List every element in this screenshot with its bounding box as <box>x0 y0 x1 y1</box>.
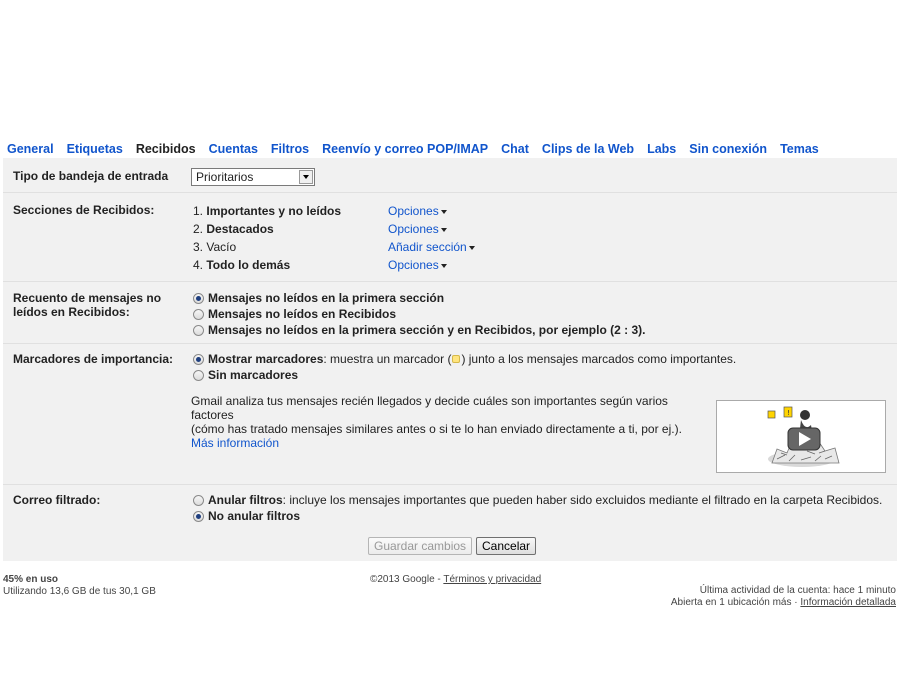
caret-down-icon <box>440 227 447 232</box>
section-name: Vacío <box>206 240 237 254</box>
section-name: Importantes y no leídos <box>206 204 342 218</box>
inbox-sections-row: Secciones de Recibidos: 1. Importantes y… <box>3 193 897 282</box>
unread-count-row: Recuento de mensajes no leídos en Recibi… <box>3 282 897 344</box>
section-1-options-link[interactable]: Opciones <box>388 204 447 218</box>
section-item-1: 1. Importantes y no leídos <box>193 204 341 218</box>
section-item-4: 4. Todo lo demás <box>193 258 290 272</box>
tab-themes[interactable]: Temas <box>773 140 825 158</box>
usage-detail: Utilizando 13,6 GB de tus 30,1 GB <box>3 586 156 597</box>
override-filters-option[interactable]: Anular filtros : incluye los mensajes im… <box>193 493 882 507</box>
radio-button[interactable] <box>193 308 204 320</box>
section-name: Destacados <box>206 222 274 236</box>
section-item-2: 2. Destacados <box>193 222 274 236</box>
importance-video-thumbnail[interactable]: ! <box>716 400 886 473</box>
importance-description: Gmail analiza tus mensajes recién llegad… <box>191 394 711 450</box>
inbox-type-row: Tipo de bandeja de entrada Prioritarios <box>3 158 897 193</box>
svg-text:!: ! <box>787 409 790 417</box>
section-item-3: 3. Vacío <box>193 240 236 254</box>
filtered-mail-row: Correo filtrado: Anular filtros : incluy… <box>3 485 897 532</box>
radio-button[interactable] <box>193 353 204 365</box>
inbox-sections-label: Secciones de Recibidos: <box>13 203 155 217</box>
caret-down-icon <box>468 245 475 250</box>
tab-general[interactable]: General <box>0 140 60 158</box>
filtered-mail-label: Correo filtrado: <box>13 493 101 507</box>
unread-option-first-section[interactable]: Mensajes no leídos en la primera sección <box>193 291 444 305</box>
caret-down-icon <box>440 263 447 268</box>
settings-tabs: General Etiquetas Recibidos Cuentas Filt… <box>0 140 900 158</box>
add-section-link[interactable]: Añadir sección <box>388 240 475 254</box>
radio-button[interactable] <box>193 510 204 522</box>
more-info-link[interactable]: Más información <box>191 436 711 450</box>
radio-button[interactable] <box>193 494 204 506</box>
inbox-type-select[interactable]: Prioritarios <box>191 168 315 186</box>
last-activity: Última actividad de la cuenta: hace 1 mi… <box>699 585 896 596</box>
account-activity: Última actividad de la cuenta: hace 1 mi… <box>671 585 896 608</box>
inbox-type-value: Prioritarios <box>196 170 254 184</box>
show-markers-option[interactable]: Mostrar marcadores : muestra un marcador… <box>193 352 736 366</box>
tab-web-clips[interactable]: Clips de la Web <box>535 140 640 158</box>
storage-usage: 45% en uso Utilizando 13,6 GB de tus 30,… <box>3 574 156 597</box>
open-locations: Abierta en 1 ubicación más · Información… <box>670 597 896 608</box>
section-2-options-link[interactable]: Opciones <box>388 222 447 236</box>
tab-chat[interactable]: Chat <box>494 140 535 158</box>
unread-option-both[interactable]: Mensajes no leídos en la primera sección… <box>193 323 645 337</box>
section-4-options-link[interactable]: Opciones <box>388 258 447 272</box>
tab-offline[interactable]: Sin conexión <box>682 140 773 158</box>
no-markers-option[interactable]: Sin marcadores <box>193 368 298 382</box>
section-number: 2. <box>193 222 204 236</box>
save-changes-button[interactable]: Guardar cambios <box>368 537 473 555</box>
unread-count-label: Recuento de mensajes no leídos en Recibi… <box>13 291 162 319</box>
radio-button[interactable] <box>193 292 204 304</box>
dropdown-arrow-icon[interactable] <box>299 170 313 184</box>
radio-button[interactable] <box>193 369 204 381</box>
unread-option-inbox[interactable]: Mensajes no leídos en Recibidos <box>193 307 396 321</box>
tab-accounts[interactable]: Cuentas <box>202 140 264 158</box>
cancel-button[interactable]: Cancelar <box>476 537 537 555</box>
section-number: 3. <box>193 240 204 254</box>
importance-marker-icon <box>452 355 461 363</box>
tab-filters[interactable]: Filtros <box>264 140 315 158</box>
tab-inbox[interactable]: Recibidos <box>129 140 202 158</box>
inbox-type-label: Tipo de bandeja de entrada <box>13 169 169 183</box>
details-link[interactable]: Información detallada <box>800 597 896 608</box>
section-number: 4. <box>193 258 204 272</box>
copyright: ©2013 Google - Términos y privacidad <box>370 574 542 585</box>
no-override-filters-option[interactable]: No anular filtros <box>193 509 300 523</box>
importance-markers-label: Marcadores de importancia: <box>13 352 174 366</box>
settings-panel: Tipo de bandeja de entrada Prioritarios … <box>3 158 897 561</box>
terms-link[interactable]: Términos y privacidad <box>443 574 541 585</box>
tab-forwarding[interactable]: Reenvío y correo POP/IMAP <box>315 140 494 158</box>
section-name: Todo lo demás <box>206 258 291 272</box>
tab-labs[interactable]: Labs <box>640 140 682 158</box>
section-number: 1. <box>193 204 204 218</box>
importance-markers-row: Marcadores de importancia: Mostrar marca… <box>3 344 897 485</box>
caret-down-icon <box>440 209 447 214</box>
radio-button[interactable] <box>193 324 204 336</box>
usage-percent: 45% en uso <box>3 574 59 585</box>
tab-labels[interactable]: Etiquetas <box>60 140 129 158</box>
play-video-icon[interactable]: ! <box>717 401 887 474</box>
